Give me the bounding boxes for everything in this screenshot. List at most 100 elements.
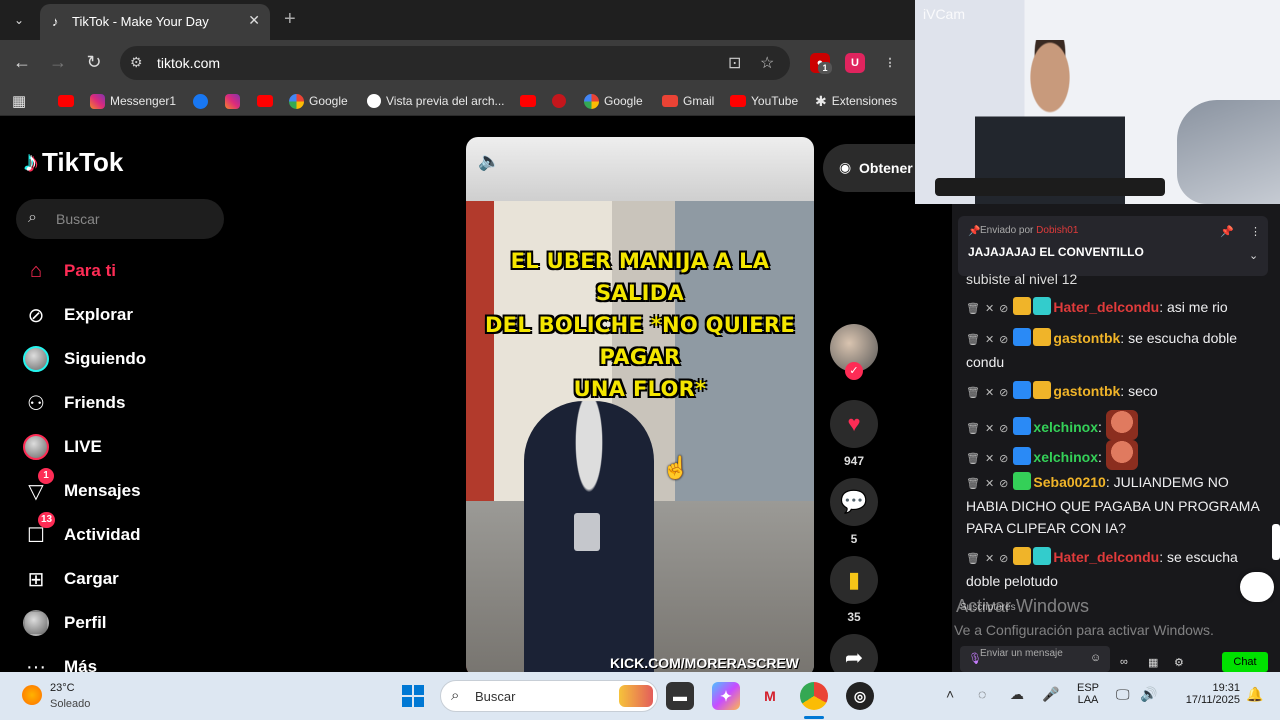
chat-username[interactable]: Seba00210 (1033, 474, 1105, 490)
comment-button[interactable]: 💬 (830, 478, 878, 526)
chat-send-button[interactable]: Chat (1222, 652, 1268, 672)
nav-more[interactable]: ··· Más (20, 651, 220, 673)
browser-tabbar: ⌄ ♪ TikTok - Make Your Day ✕ + (0, 0, 915, 40)
extension-puzzle-icon[interactable]: ⋮ (880, 53, 900, 73)
language-indicator[interactable]: ESP LAA (1072, 682, 1104, 706)
mod-icons[interactable]: 🗑✕⊘ (966, 453, 1013, 465)
bookmark-gmail[interactable]: Gmail (662, 92, 714, 110)
store-icon[interactable]: ▦ (1148, 656, 1158, 669)
cloud-icon[interactable]: ☁ (1010, 686, 1024, 703)
chat-username[interactable]: Hater_delcondu (1053, 549, 1159, 565)
tab-search-button[interactable]: ⌄ (8, 9, 30, 31)
install-app-icon[interactable]: ⊡ (728, 53, 741, 73)
antivirus-icon[interactable]: M (756, 682, 784, 710)
chat-username[interactable]: gastontbk (1053, 383, 1120, 399)
site-info-icon[interactable]: ⚙ (130, 54, 143, 71)
chevron-up-icon[interactable]: ˄ (946, 686, 954, 702)
speaker-icon[interactable]: 🔊 (1140, 686, 1157, 703)
search-input[interactable]: ⌕ Buscar (16, 199, 224, 239)
bookmark-google-2[interactable]: Google (584, 92, 643, 110)
bookmark-youtube-icon[interactable] (58, 92, 74, 110)
chrome-icon[interactable] (800, 682, 828, 710)
nav-friends[interactable]: ⚇ Friends (20, 387, 220, 419)
chat-username[interactable]: xelchinox (1033, 449, 1098, 465)
taskbar-search[interactable]: ⌕ Buscar (440, 680, 658, 712)
chat-scrollbar[interactable] (1272, 524, 1280, 560)
mod-icons[interactable]: 🗑✕⊘ (966, 334, 1013, 346)
nav-profile[interactable]: Perfil (20, 607, 220, 639)
chat-username[interactable]: Hater_delcondu (1053, 299, 1159, 315)
more-vertical-icon[interactable]: ⋮ (1250, 225, 1261, 238)
mod-icons[interactable]: 🗑✕⊘ (966, 478, 1013, 490)
bookmark-youtube-icon[interactable] (257, 92, 273, 110)
gear-icon[interactable]: ⚙ (1174, 656, 1184, 669)
bookmark-red-icon[interactable] (552, 92, 566, 110)
activate-windows-title: Activar Windows (956, 596, 1090, 616)
copilot-icon[interactable]: ✦ (712, 682, 740, 710)
search-icon: ⌕ (28, 209, 37, 226)
emoji-icon[interactable]: ☺ (1090, 652, 1101, 664)
forward-button[interactable]: → (46, 52, 70, 73)
mic-icon[interactable]: 🎤 (1042, 686, 1059, 703)
chevron-down-icon[interactable]: ⌄ (1249, 249, 1258, 262)
start-button[interactable] (402, 685, 424, 707)
mod-icons[interactable]: 🗑✕⊘ (966, 387, 1013, 399)
floating-action-button[interactable] (1240, 572, 1274, 602)
unpin-icon[interactable]: 📌 (1220, 225, 1234, 238)
bookmark-google-1[interactable]: Google (289, 92, 348, 110)
extension-shield-icon[interactable]: U (845, 53, 865, 73)
apps-grid-icon[interactable]: ▦ (12, 92, 26, 110)
infinity-icon[interactable]: ∞ (1120, 656, 1128, 668)
bookmark-preview[interactable]: Vista previa del arch... (367, 92, 505, 110)
weather-temp[interactable]: 23°C (50, 682, 75, 694)
chat-message: 🗑✕⊘ Hater_delcondu: se escucha doble pelo… (966, 546, 1262, 592)
back-button[interactable]: ← (10, 52, 34, 73)
chat-text: : seco (1120, 383, 1158, 399)
nav-following[interactable]: Siguiendo (20, 343, 220, 375)
new-tab-button[interactable]: + (284, 8, 296, 31)
bookmark-youtube-icon[interactable] (520, 92, 536, 110)
nav-explore[interactable]: ⊘ Explorar (20, 299, 220, 331)
chat-message: 🗑✕⊘ xelchinox: (966, 440, 1262, 470)
sun-icon[interactable] (22, 685, 42, 705)
mod-icons[interactable]: 🗑✕⊘ (966, 423, 1013, 435)
obs-icon[interactable]: ◎ (846, 682, 874, 710)
chat-username[interactable]: gastontbk (1053, 330, 1120, 346)
volume-icon[interactable]: 🔈 (478, 151, 500, 172)
activity-icon: ☐ 13 (20, 512, 56, 551)
mod-icons[interactable]: 🗑✕⊘ (966, 303, 1013, 315)
bookmark-messenger[interactable]: Messenger1 (90, 92, 176, 110)
bookmark-extensions[interactable]: ✱ Extensiones (815, 92, 897, 110)
puzzle-icon: ✱ (815, 92, 827, 109)
save-button[interactable]: ▮ (830, 556, 878, 604)
get-app-button[interactable]: ◉ Obtener (823, 144, 915, 192)
like-button[interactable]: ♥ (830, 400, 878, 448)
network-icon[interactable]: 🖵 (1116, 686, 1130, 703)
chat-username[interactable]: xelchinox (1033, 419, 1098, 435)
bookmark-star-icon[interactable]: ☆ (760, 53, 774, 73)
share-button[interactable]: ➦ (830, 634, 878, 672)
address-bar[interactable]: ⚙ tiktok.com ⊡ ☆ (120, 46, 790, 80)
close-icon[interactable]: ✕ (248, 12, 260, 29)
tab-tiktok[interactable]: ♪ TikTok - Make Your Day ✕ (40, 4, 270, 40)
nav-upload[interactable]: ⊞ Cargar (20, 563, 220, 595)
tiktok-logo[interactable]: ♪ TikTok (24, 146, 123, 178)
vpn-icon[interactable]: ◌ (978, 686, 986, 702)
mod-icons[interactable]: 🗑✕⊘ (966, 553, 1013, 565)
chat-message-input[interactable]: 🎙 Enviar un mensaje ☺ (960, 646, 1110, 672)
bookmark-facebook-icon[interactable] (193, 92, 208, 110)
clock[interactable]: 19:31 17/11/2025 (1170, 682, 1240, 706)
nav-for-you[interactable]: ⌂ Para ti (20, 255, 220, 287)
notification-bell-icon[interactable]: 🔔 (1246, 686, 1263, 703)
nav-activity[interactable]: ☐ 13 Actividad (20, 512, 220, 551)
bookmark-instagram-icon[interactable] (225, 92, 240, 110)
tiktok-favicon-icon: ♪ (52, 14, 59, 29)
follow-check-icon[interactable]: ✓ (845, 362, 863, 380)
video-player[interactable]: 🔈 EL UBER MANIJA A LA SALIDA DEL BOLICHE… (466, 137, 814, 672)
bookmark-youtube[interactable]: YouTube (730, 92, 798, 110)
task-view-icon[interactable]: ▬ (666, 682, 694, 710)
reload-button[interactable]: ↻ (82, 52, 106, 73)
weather-condition[interactable]: Soleado (50, 698, 90, 710)
nav-messages[interactable]: ▽ 1 Mensajes (20, 468, 220, 507)
nav-live[interactable]: LIVE (20, 431, 220, 463)
